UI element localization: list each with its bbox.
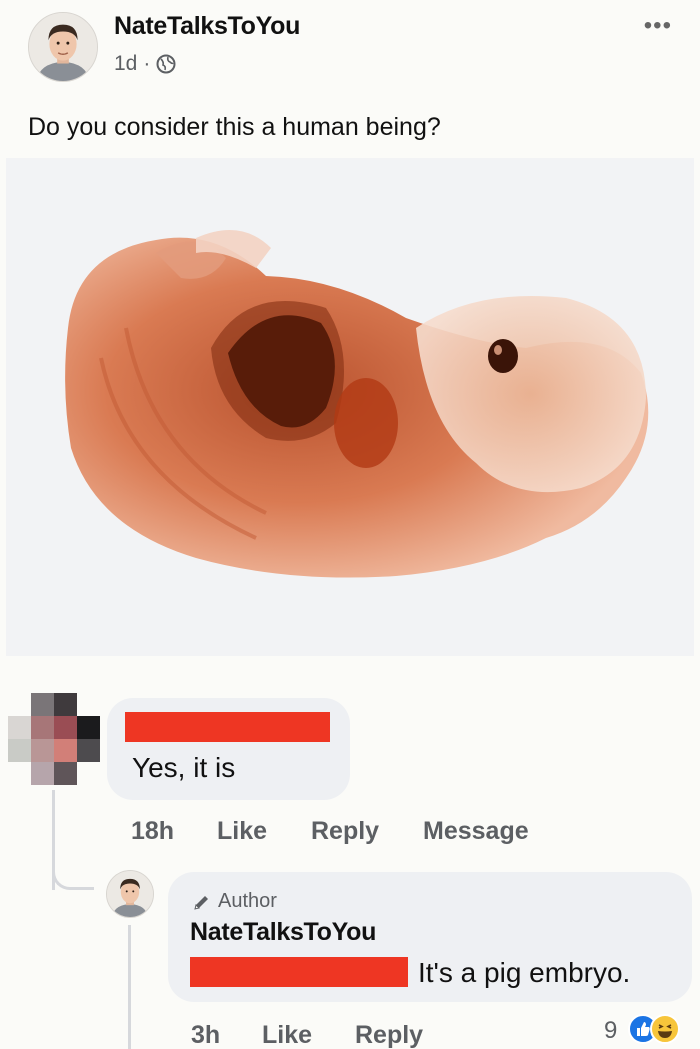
post-photo[interactable] [6,158,694,656]
thread-elbow [52,840,94,890]
comment-like-button[interactable]: Like [217,817,267,846]
post-meta: 1d · [114,52,176,76]
author-badge: Author [192,890,277,913]
embryo-photo [6,158,694,656]
person-avatar-icon [29,13,97,81]
reaction-count[interactable]: 9 [604,1017,617,1045]
post-text: Do you consider this a human being? [28,113,441,141]
author-badge-label: Author [218,890,277,912]
comment-time[interactable]: 18h [131,817,174,846]
post-author-avatar[interactable] [28,12,98,82]
comment-reply-button[interactable]: Reply [311,817,379,846]
person-avatar-icon [107,871,153,917]
comment-message-button[interactable]: Message [423,817,529,846]
reply-reply-button[interactable]: Reply [355,1021,423,1049]
more-options-button[interactable]: ••• [644,12,672,40]
commenter-avatar[interactable] [8,693,100,785]
reply-author-avatar[interactable] [106,870,154,918]
comment-text: Yes, it is [132,752,236,783]
meta-separator: · [143,52,151,75]
haha-reaction-icon [650,1014,680,1044]
reply-author-name[interactable]: NateTalksToYou [190,918,376,947]
pencil-icon [194,895,208,910]
reply-like-button[interactable]: Like [262,1021,312,1049]
redacted-mention [190,957,408,987]
reply-time[interactable]: 3h [191,1021,220,1049]
globe-icon [156,54,176,74]
redacted-commenter-name [125,712,330,742]
reply-thread-line [128,925,131,1049]
post-author-name[interactable]: NateTalksToYou [114,12,300,41]
post-time[interactable]: 1d [114,52,137,76]
reply-text: It's a pig embryo. [418,957,631,988]
